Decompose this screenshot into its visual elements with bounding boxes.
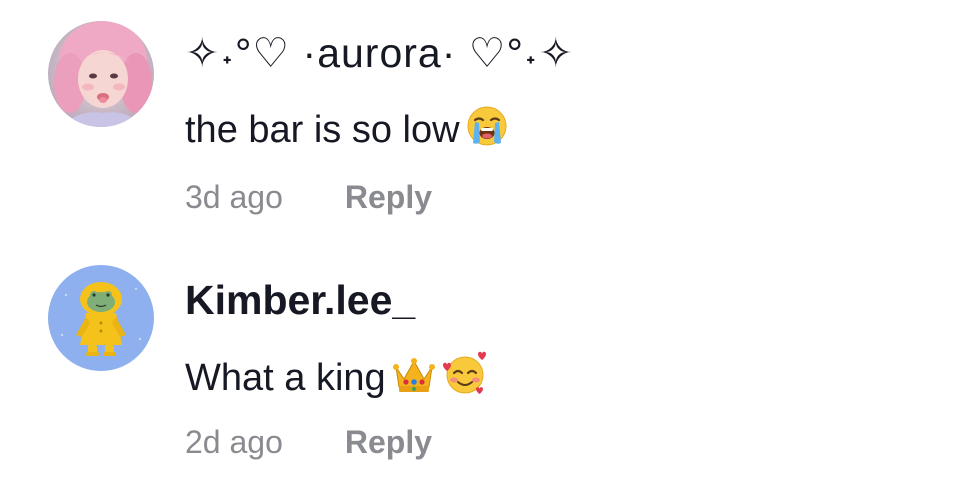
reply-button[interactable]: Reply [345,423,432,461]
avatar[interactable] [48,21,154,127]
comment-text: the bar is so low [185,105,508,157]
avatar[interactable] [48,265,154,371]
reply-button[interactable]: Reply [345,178,432,216]
comment-username[interactable]: Kimber.lee_ [185,277,415,323]
crown-icon [392,355,436,405]
comment-text-content: What a king [185,357,386,399]
comment-text-content: the bar is so low [185,109,460,151]
avatar-image [48,265,154,371]
comment-timestamp: 2d ago [185,424,283,460]
loudly-crying-face-icon [466,105,508,157]
avatar-image [48,21,154,127]
comment-item: Kimber.lee_ What a king 2d ago Reply [0,245,980,479]
comment-meta: 2d ago Reply [185,423,432,461]
comment-username[interactable]: ✧˖°♡ ·aurora· ♡°˖✧ [185,30,574,76]
comment-text: What a king [185,351,488,405]
comment-timestamp: 3d ago [185,179,283,215]
smiling-face-with-hearts-icon [442,351,488,405]
comment-item: ✧˖°♡ ·aurora· ♡°˖✧ the bar is so low 3d … [0,0,980,245]
comment-meta: 3d ago Reply [185,178,432,216]
